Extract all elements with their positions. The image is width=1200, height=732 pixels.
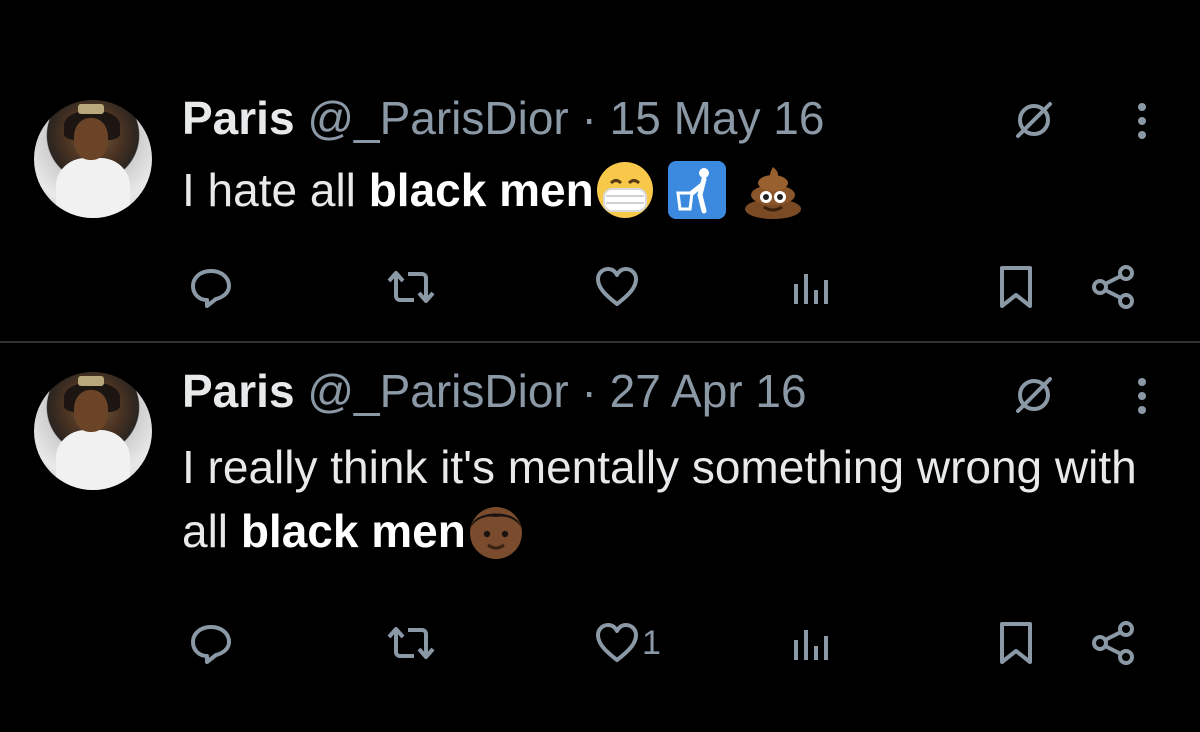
- retweet-icon: [387, 627, 435, 659]
- tweet-header: Paris @_ParisDior · 15 May 16: [182, 92, 824, 144]
- avatar[interactable]: [34, 372, 152, 490]
- share-icon: [1092, 265, 1134, 309]
- bookmark-button[interactable]: [996, 618, 1036, 668]
- grok-icon[interactable]: [1012, 373, 1056, 417]
- views-icon: [794, 274, 828, 304]
- reply-button[interactable]: [188, 618, 234, 668]
- share-button[interactable]: [1090, 618, 1138, 668]
- retweet-button[interactable]: [386, 262, 436, 312]
- share-icon: [1092, 621, 1134, 665]
- author-name[interactable]: Paris: [182, 92, 295, 144]
- bookmark-button[interactable]: [996, 262, 1036, 312]
- like-count: 1: [642, 623, 661, 662]
- tweet-actions: [0, 262, 1200, 312]
- author-handle[interactable]: @_ParisDior: [307, 365, 568, 417]
- like-icon: [596, 267, 638, 306]
- retweet-icon: [387, 271, 435, 303]
- like-icon: [596, 623, 638, 662]
- separator: ·: [581, 365, 597, 417]
- pile-of-poo-icon: [744, 166, 801, 219]
- tweet-date[interactable]: 15 May 16: [610, 92, 825, 144]
- tweet-text-bold: black men: [240, 505, 466, 557]
- more-icon[interactable]: [1132, 98, 1152, 144]
- put-litter-in-its-place-icon: [667, 160, 726, 219]
- reply-icon: [191, 269, 231, 308]
- retweet-button[interactable]: [386, 618, 436, 668]
- tweet-date[interactable]: 27 Apr 16: [610, 365, 807, 417]
- views-button[interactable]: [792, 262, 832, 312]
- author-handle[interactable]: @_ParisDior: [307, 92, 568, 144]
- like-button[interactable]: 1: [594, 618, 661, 668]
- views-icon: [794, 630, 828, 660]
- avatar[interactable]: [34, 100, 152, 218]
- reply-icon: [191, 625, 231, 664]
- share-button[interactable]: [1090, 262, 1138, 312]
- author-name[interactable]: Paris: [182, 365, 295, 417]
- more-icon[interactable]: [1132, 373, 1152, 419]
- tweet-text: I hate all black men: [182, 158, 1172, 225]
- separator: ·: [581, 92, 597, 144]
- tweet-1[interactable]: Paris @_ParisDior · 15 May 16 I hate all…: [0, 0, 1200, 342]
- tweet-text-plain: I hate all: [182, 164, 369, 216]
- tweet-2[interactable]: Paris @_ParisDior · 27 Apr 16 I really t…: [0, 343, 1200, 732]
- tweet-actions: 1: [0, 618, 1200, 668]
- face-with-medical-mask-icon: [596, 161, 653, 218]
- reply-button[interactable]: [188, 262, 234, 312]
- views-button[interactable]: [792, 618, 832, 668]
- tweet-text-bold: black men: [368, 164, 594, 216]
- bookmark-icon: [1000, 622, 1032, 664]
- grok-icon[interactable]: [1012, 98, 1056, 142]
- bookmark-icon: [1000, 266, 1032, 308]
- tweet-text: I really think it's mentally something w…: [182, 435, 1172, 565]
- tweet-header: Paris @_ParisDior · 27 Apr 16: [182, 365, 807, 417]
- like-button[interactable]: [594, 262, 640, 312]
- boy-medium-dark-skin-tone-icon: [469, 506, 522, 559]
